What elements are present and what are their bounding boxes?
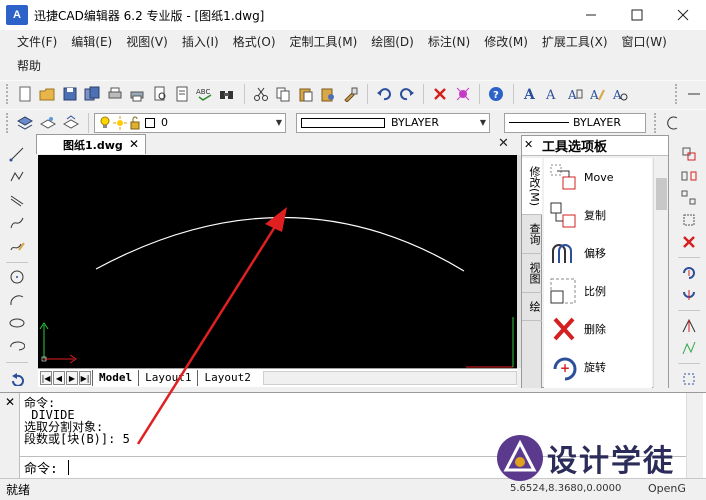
watermark-text: 设计学徒 [547, 444, 675, 479]
annotation-arrow [136, 213, 285, 445]
watermark: 设计学徒 [497, 433, 697, 483]
annotation-arrowhead [265, 207, 287, 232]
watermark-logo-icon [497, 435, 543, 481]
annotation-overlay [136, 207, 287, 445]
